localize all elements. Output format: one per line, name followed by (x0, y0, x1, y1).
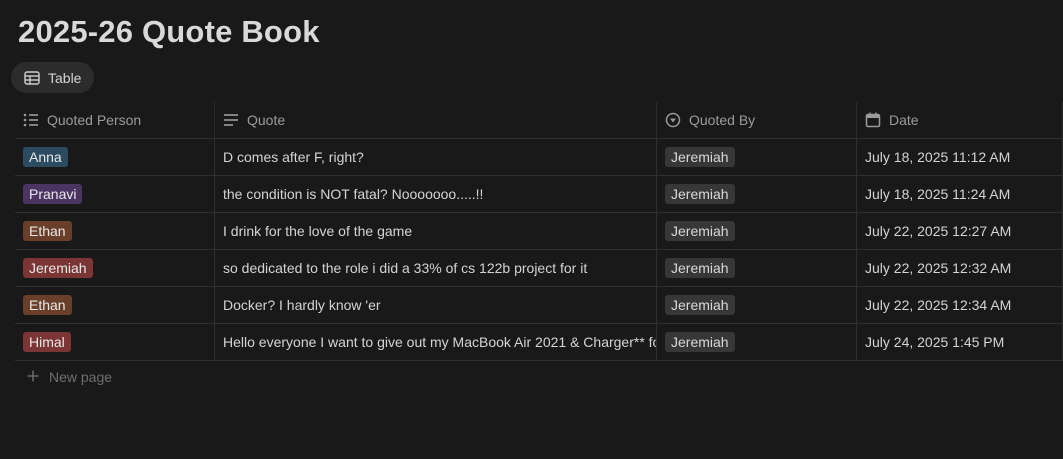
cell-quote[interactable]: the condition is NOT fatal? Nooooooo....… (215, 176, 657, 212)
person-tag: Jeremiah (23, 258, 93, 278)
quoted-by-tag: Jeremiah (665, 147, 735, 167)
table-row[interactable]: Ethan Docker? I hardly know 'er Jeremiah Ju… (15, 287, 1063, 324)
list-icon (23, 113, 39, 127)
person-tag: Ethan (23, 295, 72, 315)
cell-quoted-person[interactable]: Ethan (15, 287, 215, 323)
person-tag: Anna (23, 147, 68, 167)
quote-text: I drink for the love of the game (223, 223, 413, 239)
column-header-quoted-by[interactable]: Quoted By (657, 102, 857, 138)
person-tag: Pranavi (23, 184, 83, 204)
cell-quote[interactable]: D comes after F, right? (215, 139, 657, 175)
quote-text: Hello everyone I want to give out my Mac… (223, 334, 657, 350)
cell-date[interactable]: July 22, 2025 12:34 AM (857, 287, 1063, 323)
quoted-by-tag: Jeremiah (665, 184, 735, 204)
date-text: July 22, 2025 12:34 AM (865, 297, 1012, 313)
date-text: July 22, 2025 12:32 AM (865, 260, 1012, 276)
quoted-by-tag: Jeremiah (665, 258, 735, 278)
cell-quoted-person[interactable]: Anna (15, 139, 215, 175)
column-header-label: Date (889, 112, 919, 128)
table-icon (24, 70, 40, 85)
table-body: Anna D comes after F, right? Jeremiah July … (15, 139, 1063, 361)
cell-quote[interactable]: so dedicated to the role i did a 33% of … (215, 250, 657, 286)
cell-date[interactable]: July 18, 2025 11:12 AM (857, 139, 1063, 175)
cell-quoted-by[interactable]: Jeremiah (657, 250, 857, 286)
column-header-quote[interactable]: Quote (215, 102, 657, 138)
quoted-by-tag: Jeremiah (665, 221, 735, 241)
cell-quoted-person[interactable]: Jeremiah (15, 250, 215, 286)
cell-quoted-by[interactable]: Jeremiah (657, 176, 857, 212)
text-lines-icon (223, 113, 239, 127)
cell-date[interactable]: July 24, 2025 1:45 PM (857, 324, 1063, 360)
table-header: Quoted Person Quote Quoted By Date (15, 102, 1063, 139)
database-table: Quoted Person Quote Quoted By Date Anna … (15, 102, 1063, 361)
table-row[interactable]: Anna D comes after F, right? Jeremiah July … (15, 139, 1063, 176)
table-row[interactable]: Himal Hello everyone I want to give out m… (15, 324, 1063, 361)
plus-icon (27, 369, 39, 385)
select-icon (665, 112, 681, 128)
database-page: 2025-26 Quote Book Table Quoted Person Q… (0, 0, 1063, 459)
page-title: 2025-26 Quote Book (18, 14, 320, 49)
column-header-label: Quoted By (689, 112, 756, 128)
quoted-by-tag: Jeremiah (665, 295, 735, 315)
column-header-label: Quote (247, 112, 286, 128)
person-tag: Ethan (23, 221, 72, 241)
cell-quoted-by[interactable]: Jeremiah (657, 324, 857, 360)
cell-quote[interactable]: Docker? I hardly know 'er (215, 287, 657, 323)
cell-quoted-by[interactable]: Jeremiah (657, 139, 857, 175)
cell-quote[interactable]: Hello everyone I want to give out my Mac… (215, 324, 657, 360)
cell-quoted-person[interactable]: Himal (15, 324, 215, 360)
cell-quoted-person[interactable]: Pranavi (15, 176, 215, 212)
person-tag: Himal (23, 332, 71, 352)
table-row[interactable]: Pranavi the condition is NOT fatal? Noooo… (15, 176, 1063, 213)
view-tab-label: Table (48, 69, 82, 86)
new-page-label: New page (49, 369, 113, 385)
new-page-button[interactable]: New page (27, 369, 112, 385)
quoted-by-tag: Jeremiah (665, 332, 735, 352)
cell-quoted-by[interactable]: Jeremiah (657, 287, 857, 323)
table-row[interactable]: Ethan I drink for the love of the game Jer… (15, 213, 1063, 250)
cell-quoted-by[interactable]: Jeremiah (657, 213, 857, 249)
cell-date[interactable]: July 22, 2025 12:32 AM (857, 250, 1063, 286)
column-header-label: Quoted Person (47, 112, 142, 128)
cell-quoted-person[interactable]: Ethan (15, 213, 215, 249)
quote-text: Docker? I hardly know 'er (223, 297, 381, 313)
calendar-icon (865, 112, 881, 128)
cell-date[interactable]: July 22, 2025 12:27 AM (857, 213, 1063, 249)
date-text: July 24, 2025 1:45 PM (865, 334, 1005, 350)
date-text: July 18, 2025 11:24 AM (865, 186, 1011, 202)
date-text: July 22, 2025 12:27 AM (865, 223, 1012, 239)
cell-quote[interactable]: I drink for the love of the game (215, 213, 657, 249)
date-text: July 18, 2025 11:12 AM (865, 149, 1011, 165)
view-tab-table[interactable]: Table (11, 62, 95, 93)
quote-text: the condition is NOT fatal? Nooooooo....… (223, 186, 484, 202)
quote-text: D comes after F, right? (223, 149, 364, 165)
table-row[interactable]: Jeremiah so dedicated to the role i did a… (15, 250, 1063, 287)
column-header-date[interactable]: Date (857, 102, 1063, 138)
cell-date[interactable]: July 18, 2025 11:24 AM (857, 176, 1063, 212)
column-header-quoted-person[interactable]: Quoted Person (15, 102, 215, 138)
quote-text: so dedicated to the role i did a 33% of … (223, 260, 588, 276)
